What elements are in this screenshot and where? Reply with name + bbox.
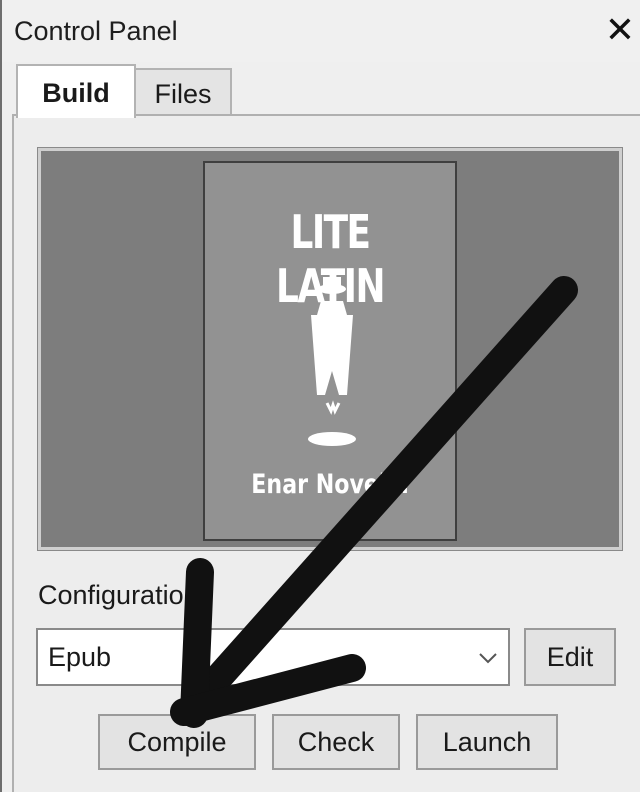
chevron-down-icon (479, 653, 497, 664)
edit-button[interactable]: Edit (524, 628, 616, 686)
title-bar: Control Panel ✕ (2, 0, 640, 62)
configuration-label: Configuration: (38, 580, 207, 610)
book-cover: LITE LATIN Enar Novel… (203, 161, 457, 541)
compile-button[interactable]: Compile (98, 714, 256, 770)
window-title: Control Panel (14, 16, 178, 46)
tab-build-label: Build (42, 78, 110, 108)
check-button[interactable]: Check (272, 714, 400, 770)
cover-author: Enar Novel… (251, 469, 409, 500)
close-icon[interactable]: ✕ (600, 10, 640, 50)
control-panel-window: Control Panel ✕ Build Files LITE LATIN E… (0, 0, 640, 792)
tab-build[interactable]: Build (16, 64, 136, 118)
configuration-select[interactable]: Epub (36, 628, 510, 686)
tab-files-label: Files (154, 79, 212, 109)
tab-files[interactable]: Files (134, 68, 232, 116)
configuration-selected-value: Epub (48, 642, 112, 672)
launch-button[interactable]: Launch (416, 714, 558, 770)
cover-figure-illustration (308, 277, 356, 446)
cover-preview: LITE LATIN Enar Novel… (37, 147, 623, 551)
